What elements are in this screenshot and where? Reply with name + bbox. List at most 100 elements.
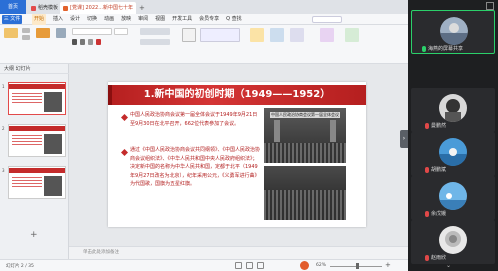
paragraph-tools[interactable] xyxy=(140,28,170,35)
avatar xyxy=(439,138,467,166)
tab-bar: 首页 稻壳模板 [党课] 2022...新中国七十年 × + xyxy=(0,0,408,14)
italic-icon[interactable] xyxy=(80,39,85,45)
ppt-file-icon xyxy=(63,5,68,11)
menu-item[interactable]: 切换 xyxy=(87,14,97,25)
bold-icon[interactable] xyxy=(72,39,77,45)
slide-canvas: 1.新中国的初创时期（1949——1952） 中国人民政治协商会议第一届全体会议… xyxy=(69,64,408,246)
status-bar: 幻灯片 2 / 35 62% + xyxy=(0,259,408,271)
mic-muted-icon xyxy=(425,210,429,217)
participant-name: 赵雨欣 xyxy=(431,255,447,261)
participant-tile[interactable]: 海燕的屏幕共享 xyxy=(411,10,495,54)
font-size-select[interactable] xyxy=(114,28,128,35)
zoom-level: 62% xyxy=(316,263,327,268)
mic-muted-icon xyxy=(425,254,429,261)
menu-item[interactable]: 会员专享 xyxy=(199,14,219,25)
thumb-number: 2 xyxy=(2,126,5,131)
mic-muted-icon xyxy=(425,122,429,129)
participant-name: 胡鹏斌 xyxy=(431,167,447,173)
arrange-icon[interactable] xyxy=(250,28,264,42)
tab-template-store[interactable]: 稻壳模板 xyxy=(28,2,58,14)
mic-muted-icon xyxy=(425,166,429,173)
participant-tile[interactable]: 曼鹏然 xyxy=(411,88,495,132)
avatar xyxy=(439,226,467,254)
align-tools[interactable] xyxy=(140,39,170,45)
font-color-icon[interactable] xyxy=(96,39,101,45)
historic-photo-conference: 中国人民政治协商会议第一届全体会议 xyxy=(264,108,346,163)
outline-icon[interactable] xyxy=(290,28,304,42)
bullet-text-1: 中国人民政治协商会议第一届全体会议于1949年9月21日至9月30日在北平召开，… xyxy=(130,112,258,127)
shapes-gallery[interactable] xyxy=(200,28,240,42)
participant-name: 曼鹏然 xyxy=(431,123,447,129)
select-icon[interactable] xyxy=(345,28,359,42)
menu-search-box[interactable] xyxy=(312,16,342,23)
ribbon-toolbar xyxy=(0,25,408,64)
avatar xyxy=(440,17,468,45)
paste-icon[interactable] xyxy=(4,28,18,38)
slideshow-play-icon[interactable] xyxy=(300,261,309,270)
normal-view-icon[interactable] xyxy=(235,262,242,269)
slide-thumbnail[interactable] xyxy=(8,124,66,157)
tab-store-label: 稻壳模板 xyxy=(38,5,58,11)
bullet-icon xyxy=(121,149,128,156)
sorter-view-icon[interactable] xyxy=(246,262,253,269)
menu-item[interactable]: 设计 xyxy=(70,14,80,25)
copy-icon[interactable] xyxy=(22,35,30,40)
historic-photo-assembly xyxy=(264,166,346,220)
slide-title: 1.新中国的初创时期（1949——1952） xyxy=(143,89,331,100)
cut-icon[interactable] xyxy=(22,28,30,33)
photo-banner-text: 中国人民政治协商会议第一届全体会议 xyxy=(270,112,340,118)
reading-view-icon[interactable] xyxy=(257,262,264,269)
menu-item[interactable]: Q 查找 xyxy=(226,14,242,25)
slide-thumbnail-panel: 大纲 幻灯片 1 2 3 + xyxy=(0,64,69,259)
menu-bar: 三 文件 开始 插入 设计 切换 动画 放映 审阅 视图 开发工具 会员专享 Q 查找 xyxy=(0,14,408,25)
add-slide-icon[interactable]: + xyxy=(30,230,38,240)
zoom-in-icon[interactable]: + xyxy=(385,261,391,269)
slide-thumbnail[interactable] xyxy=(8,166,66,199)
underline-icon[interactable] xyxy=(88,39,93,45)
panel-tabs[interactable]: 大纲 幻灯片 xyxy=(0,64,69,74)
tab-home[interactable]: 首页 xyxy=(0,0,26,14)
notes-bar[interactable]: 单击此处添加备注 xyxy=(69,246,408,259)
bullet-icon xyxy=(121,114,128,121)
menu-item[interactable]: 审阅 xyxy=(138,14,148,25)
fill-icon[interactable] xyxy=(270,28,284,42)
slide-title-bar: 1.新中国的初创时期（1949——1952） xyxy=(108,85,366,105)
participant-tile[interactable]: 胡鹏斌 xyxy=(411,132,495,176)
menu-item[interactable]: 放映 xyxy=(121,14,131,25)
menu-item[interactable]: 动画 xyxy=(104,14,114,25)
menu-items: 开始 插入 设计 切换 动画 放映 审阅 视图 开发工具 会员专享 Q 查找 xyxy=(32,14,242,25)
textbox-icon[interactable] xyxy=(182,28,196,42)
avatar xyxy=(439,94,467,122)
zoom-slider-handle[interactable] xyxy=(356,263,359,269)
notes-placeholder: 单击此处添加备注 xyxy=(83,250,119,255)
menu-item[interactable]: 视图 xyxy=(155,14,165,25)
meeting-sidebar: 海燕的屏幕共享 曼鹏然 胡鹏斌 余戊娥 赵雨欣 ⌄ xyxy=(408,0,498,271)
layout-grid-icon[interactable] xyxy=(486,2,494,10)
wps-window: 首页 稻壳模板 [党课] 2022...新中国七十年 × + 三 文件 开始插入… xyxy=(0,0,408,271)
font-family-select[interactable] xyxy=(72,28,112,35)
tab-home-label: 首页 xyxy=(7,4,18,10)
layout-icon[interactable] xyxy=(56,28,66,38)
template-store-icon xyxy=(31,5,36,11)
slide-counter: 幻灯片 2 / 35 xyxy=(6,264,34,269)
bullet-text-2: 通过《中国人民政治协商会议共同纲领》、《中国人民政治协商会议组织法》、《中华人民… xyxy=(130,147,261,188)
thumb-number: 1 xyxy=(2,84,5,89)
current-slide[interactable]: 1.新中国的初创时期（1949——1952） 中国人民政治协商会议第一届全体会议… xyxy=(108,82,366,227)
tab-document[interactable]: [党课] 2022...新中国七十年 × xyxy=(60,2,136,14)
menu-item[interactable]: 开发工具 xyxy=(172,14,192,25)
participant-tile[interactable]: 余戊娥 xyxy=(411,176,495,220)
slide-thumbnail[interactable] xyxy=(8,82,66,115)
new-slide-icon[interactable] xyxy=(36,28,50,38)
collapse-panel-icon[interactable]: › xyxy=(400,130,408,148)
find-replace-icon[interactable] xyxy=(320,28,334,42)
mic-on-icon xyxy=(422,45,426,52)
participant-tile[interactable]: 赵雨欣 xyxy=(411,220,495,264)
file-menu[interactable]: 三 文件 xyxy=(2,15,22,24)
menu-item[interactable]: 开始 xyxy=(32,14,47,25)
participant-name: 海燕的屏幕共享 xyxy=(428,46,464,52)
menu-item[interactable]: 插入 xyxy=(53,14,63,25)
chevron-down-icon[interactable]: ⌄ xyxy=(446,262,451,269)
new-tab-icon[interactable]: + xyxy=(139,2,145,14)
avatar xyxy=(439,182,467,210)
participant-name: 余戊娥 xyxy=(431,211,447,217)
